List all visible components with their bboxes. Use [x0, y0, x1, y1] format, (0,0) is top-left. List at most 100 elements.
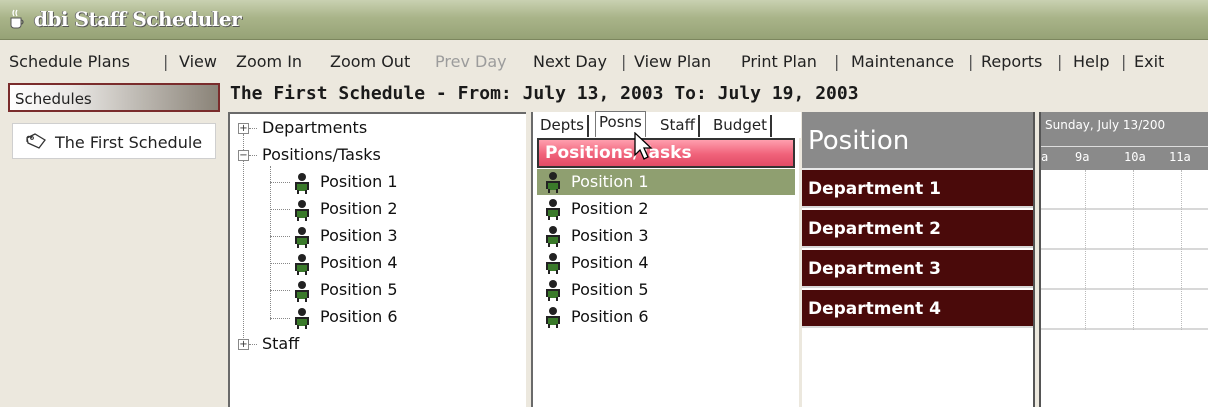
- tree-connector: [270, 209, 290, 210]
- tree-connector: [270, 182, 290, 183]
- positions-panel: Depts Posns Staff Budget Positions/Tasks…: [531, 111, 801, 407]
- menu-separator: |: [968, 52, 974, 71]
- tree-node-position[interactable]: Position 6: [292, 307, 398, 329]
- tree-connector: [249, 344, 257, 345]
- schedule-item-label: The First Schedule: [55, 133, 203, 152]
- tree-node-position-label: Position 5: [320, 280, 398, 299]
- position-person-icon: [546, 226, 560, 247]
- timeline-gridline: [1085, 170, 1086, 330]
- menu-prev-day[interactable]: Prev Day: [435, 52, 507, 71]
- tree-node-position-label: Position 3: [320, 226, 398, 245]
- menu-bar: Schedule Plans | View Zoom In Zoom Out P…: [0, 48, 1208, 76]
- menu-zoom-out[interactable]: Zoom Out: [330, 52, 410, 71]
- menu-next-day[interactable]: Next Day: [533, 52, 607, 71]
- position-list-item[interactable]: Position 4: [537, 250, 795, 276]
- schedules-list: The First Schedule: [8, 117, 220, 407]
- department-row[interactable]: Department 4: [802, 290, 1033, 328]
- tree-node-staff[interactable]: Staff: [262, 334, 299, 353]
- position-list-item-label: Position 2: [571, 199, 649, 218]
- tree-connector: [270, 166, 271, 320]
- timeline-hour: 9a: [1075, 150, 1090, 164]
- timeline-row[interactable]: [1041, 170, 1208, 210]
- position-person-icon: [295, 227, 309, 248]
- menu-separator: |: [834, 52, 840, 71]
- tree-connector: [270, 318, 290, 319]
- tree-connector: [243, 134, 244, 348]
- tree-node-position[interactable]: Position 3: [292, 226, 398, 248]
- app-title: dbi Staff Scheduler: [34, 7, 242, 31]
- plan-title: The First Schedule - From: July 13, 2003…: [230, 83, 859, 104]
- tree-connector: [249, 155, 257, 156]
- position-person-icon: [546, 280, 560, 301]
- schedule-item[interactable]: The First Schedule: [12, 123, 216, 159]
- timeline-hour: a: [1041, 150, 1049, 164]
- position-list-item[interactable]: Position 6: [537, 304, 795, 330]
- menu-view-plan[interactable]: View Plan: [634, 52, 711, 71]
- timeline-gridline: [1181, 170, 1182, 330]
- menu-schedule-plans[interactable]: Schedule Plans: [9, 52, 130, 71]
- tree-connector: [249, 128, 257, 129]
- schedule-tag-icon: [26, 133, 46, 149]
- tab-staff[interactable]: Staff: [657, 115, 700, 137]
- tree-node-position-label: Position 4: [320, 253, 398, 272]
- pane-splitter[interactable]: [1033, 112, 1041, 407]
- timeline-gridline: [1133, 170, 1134, 330]
- panel-tabs: Depts Posns Staff Budget: [533, 111, 801, 138]
- timeline-divider: [1041, 146, 1208, 147]
- menu-maintenance[interactable]: Maintenance: [851, 52, 954, 71]
- position-list-item[interactable]: Position 3: [537, 223, 795, 249]
- menu-help[interactable]: Help: [1073, 52, 1109, 71]
- timeline-row[interactable]: [1041, 290, 1208, 330]
- menu-view[interactable]: View: [179, 52, 217, 71]
- tree-connector: [270, 236, 290, 237]
- position-list-item-label: Position 1: [571, 172, 649, 191]
- position-list-item[interactable]: Position 5: [537, 277, 795, 303]
- tree-node-position[interactable]: Position 5: [292, 280, 398, 302]
- tree-node-positions-tasks[interactable]: Positions/Tasks: [262, 145, 381, 164]
- navigation-tree: + Departments − Positions/Tasks Position…: [228, 112, 526, 407]
- menu-exit[interactable]: Exit: [1134, 52, 1164, 71]
- department-row[interactable]: Department 3: [802, 250, 1033, 288]
- department-row[interactable]: Department 2: [802, 210, 1033, 248]
- schedules-header: Schedules: [8, 83, 220, 112]
- title-bar: dbi Staff Scheduler: [0, 0, 1208, 40]
- position-person-icon: [546, 307, 560, 328]
- menu-separator: |: [1121, 52, 1127, 71]
- menu-separator: |: [163, 52, 169, 71]
- menu-print-plan[interactable]: Print Plan: [741, 52, 817, 71]
- expand-departments-toggle[interactable]: +: [238, 123, 249, 134]
- tab-budget[interactable]: Budget: [710, 115, 772, 137]
- department-row[interactable]: Department 1: [802, 170, 1033, 208]
- timeline-date: Sunday, July 13/200: [1045, 118, 1166, 132]
- timeline-row[interactable]: [1041, 250, 1208, 290]
- position-person-icon: [546, 199, 560, 220]
- coffee-cup-icon: [10, 9, 24, 29]
- tree-node-departments[interactable]: Departments: [262, 118, 367, 137]
- timeline-hour: 11a: [1169, 150, 1191, 164]
- position-list-item-label: Position 5: [571, 280, 649, 299]
- position-person-icon: [546, 172, 560, 193]
- menu-reports[interactable]: Reports: [981, 52, 1042, 71]
- tree-node-position[interactable]: Position 1: [292, 172, 398, 194]
- position-list-item-label: Position 6: [571, 307, 649, 326]
- tree-node-position[interactable]: Position 2: [292, 199, 398, 221]
- menu-zoom-in[interactable]: Zoom In: [236, 52, 302, 71]
- position-list-item[interactable]: Position 1: [537, 169, 795, 195]
- tree-connector: [270, 290, 290, 291]
- position-person-icon: [295, 281, 309, 302]
- tree-node-position[interactable]: Position 4: [292, 253, 398, 275]
- position-list-item-label: Position 4: [571, 253, 649, 272]
- position-column-header: Position: [802, 112, 1033, 170]
- position-list-item[interactable]: Position 2: [537, 196, 795, 222]
- position-list-item-label: Position 3: [571, 226, 649, 245]
- collapse-positions-toggle[interactable]: −: [238, 150, 249, 161]
- tree-node-position-label: Position 6: [320, 307, 398, 326]
- tree-node-position-label: Position 2: [320, 199, 398, 218]
- menu-separator: |: [621, 52, 627, 71]
- expand-staff-toggle[interactable]: +: [238, 339, 249, 350]
- tab-depts[interactable]: Depts: [537, 115, 589, 137]
- schedule-timeline: Sunday, July 13/200 a 9a 10a 11a: [1041, 112, 1208, 407]
- menu-separator: |: [1057, 52, 1063, 71]
- tree-connector: [270, 263, 290, 264]
- timeline-row[interactable]: [1041, 210, 1208, 250]
